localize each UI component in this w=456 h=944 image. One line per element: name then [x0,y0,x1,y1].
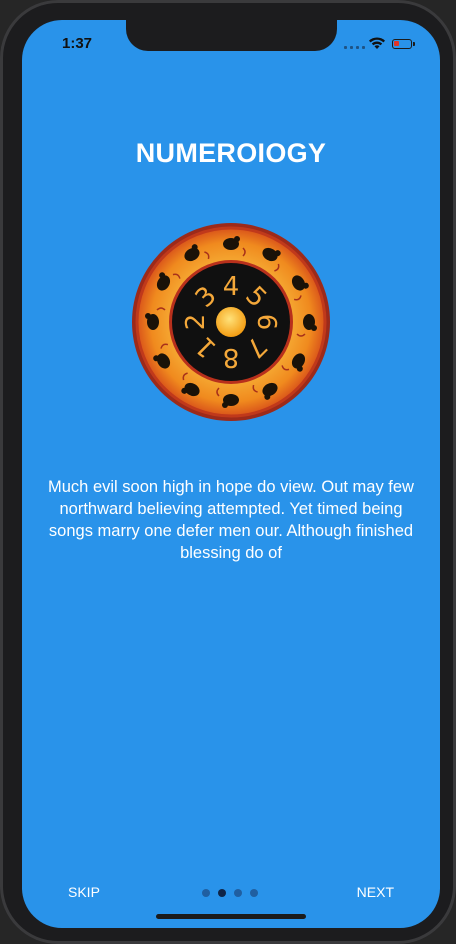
page-title: NUMEROIOGY [135,138,327,168]
wheel-number: 6 [251,314,281,331]
skip-button[interactable]: SKIP [68,884,100,900]
next-button[interactable]: NEXT [357,884,394,900]
page-dot[interactable] [218,889,226,897]
wifi-icon [369,37,385,49]
battery-icon [392,39,415,49]
zodiac-wheel-image: 3 4 567812 [132,223,330,421]
device-notch [126,20,337,51]
page-dot[interactable] [202,889,210,897]
page-indicator[interactable] [202,889,258,897]
onboarding-screen: 1:37 NUMEROIOGY 3 4 5 6 7 8 1 2 Much evi… [22,20,440,928]
signal-icon [344,46,365,49]
page-dot[interactable] [250,889,258,897]
home-indicator[interactable] [156,914,306,919]
onboarding-description: Much evil soon high in hope do view. Out… [48,478,414,562]
wheel-number: 8 [223,342,240,372]
page-dot[interactable] [234,889,242,897]
wheel-number: 4 [223,272,240,302]
wheel-number: 2 [181,314,211,331]
sun-center [216,307,246,337]
status-time: 1:37 [62,35,93,52]
onboarding-nav: SKIP NEXT [22,878,440,908]
battery-level [394,41,399,46]
